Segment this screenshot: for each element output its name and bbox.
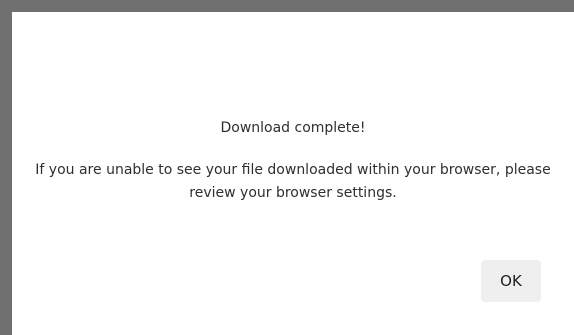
dialog-message: If you are unable to see your file downl… <box>35 162 551 201</box>
ok-button[interactable]: OK <box>481 260 541 302</box>
download-complete-dialog: Download complete! If you are unable to … <box>12 12 574 335</box>
screen-backdrop: Download complete! If you are unable to … <box>0 0 574 335</box>
dialog-title: Download complete! <box>220 120 366 136</box>
